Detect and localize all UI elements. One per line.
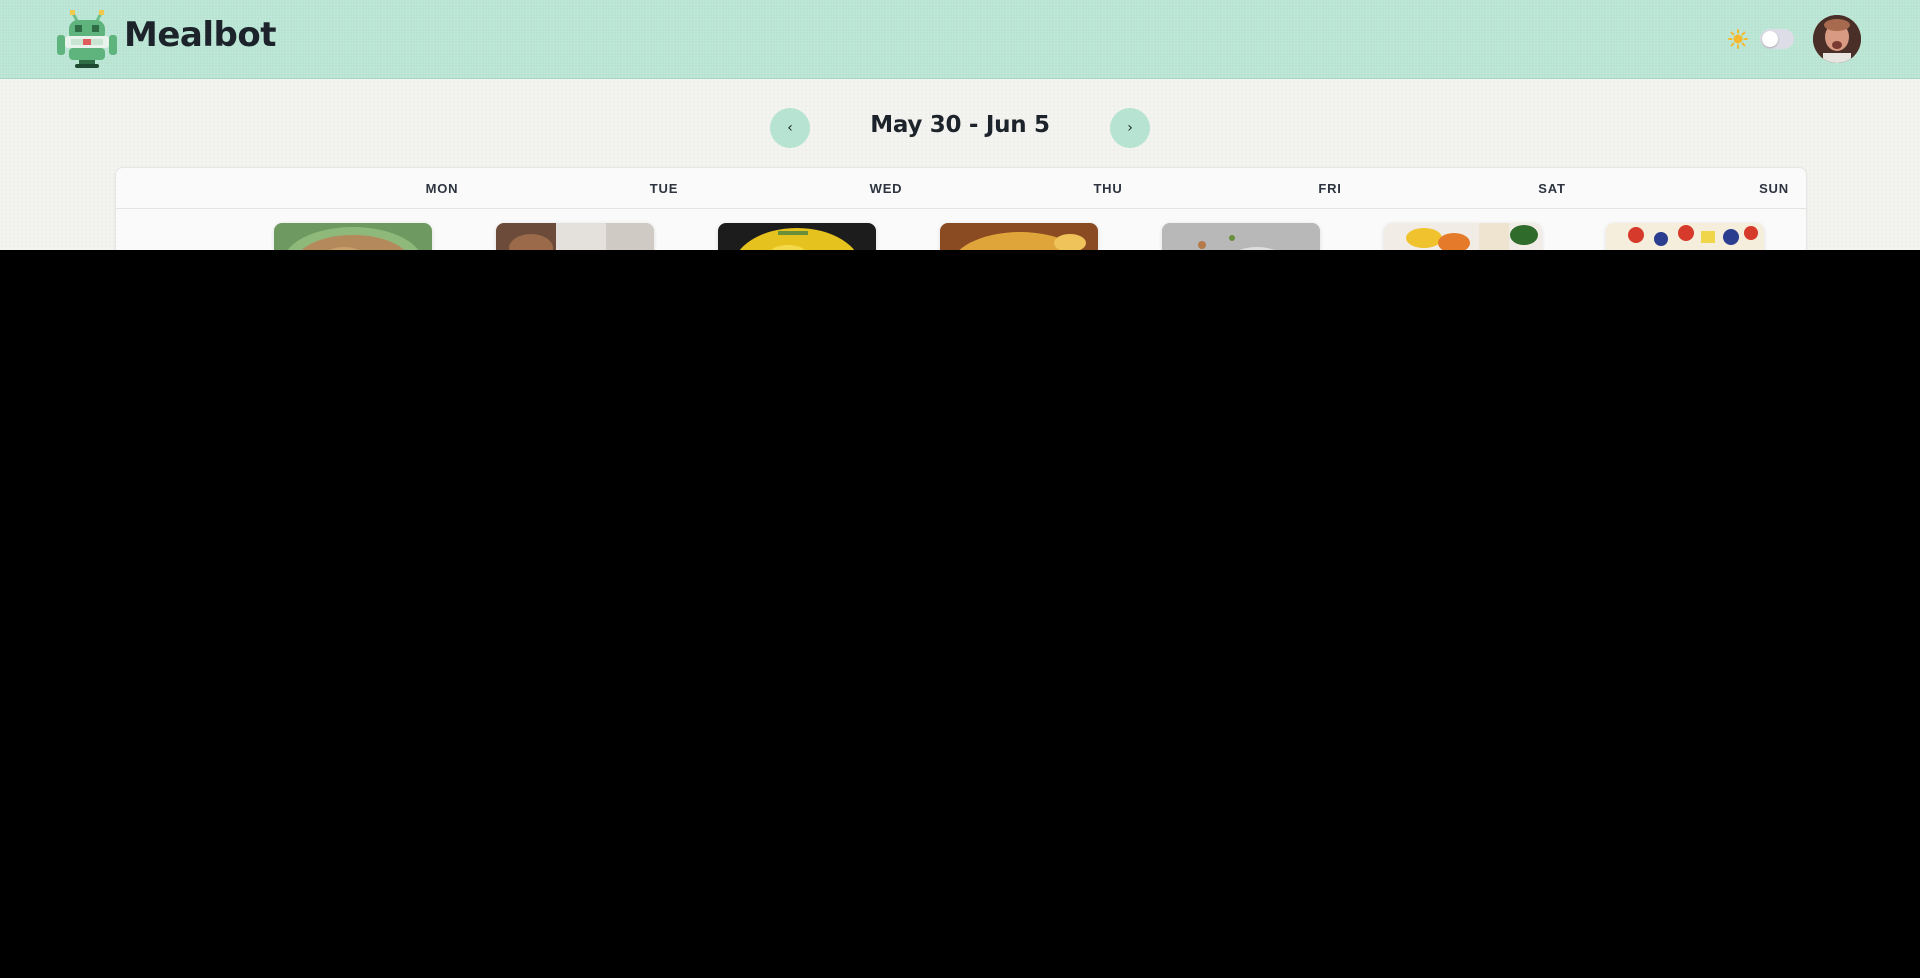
meal-photo-sun[interactable]	[1606, 223, 1764, 250]
meal-photo-sat[interactable]	[1384, 223, 1542, 250]
sun-icon	[1728, 29, 1748, 49]
toggle-knob	[1762, 31, 1778, 47]
day-label-fri: FRI	[1318, 181, 1342, 196]
black-overlay	[0, 250, 1920, 978]
chevron-left-icon: ‹	[787, 120, 793, 136]
robot-logo-icon[interactable]	[55, 9, 119, 69]
day-label-thu: THU	[1093, 181, 1123, 196]
meal-calendar: MON TUE WED THU FRI SAT SUN	[115, 167, 1807, 250]
meal-photo-tue[interactable]	[496, 223, 654, 250]
day-label-wed: WED	[869, 181, 903, 196]
app-viewport: Mealbot ‹ May 30 - Jun 5 › MON TUE WED T…	[0, 0, 1920, 250]
next-week-button[interactable]: ›	[1110, 108, 1150, 148]
top-header: Mealbot	[0, 0, 1920, 79]
brand-name[interactable]: Mealbot	[124, 15, 276, 55]
chevron-right-icon: ›	[1127, 120, 1133, 136]
day-label-sun: SUN	[1759, 181, 1789, 196]
meal-photo-mon[interactable]	[274, 223, 432, 250]
week-range-title: May 30 - Jun 5	[870, 112, 1050, 138]
previous-week-button[interactable]: ‹	[770, 108, 810, 148]
day-label-mon: MON	[425, 181, 459, 196]
day-label-tue: TUE	[649, 181, 679, 196]
theme-toggle[interactable]	[1760, 29, 1794, 49]
meal-photo-fri[interactable]	[1162, 223, 1320, 250]
user-avatar[interactable]	[1813, 15, 1861, 63]
meal-photo-thu[interactable]	[940, 223, 1098, 250]
day-label-sat: SAT	[1538, 181, 1566, 196]
day-header-row: MON TUE WED THU FRI SAT SUN	[116, 168, 1806, 209]
meal-photo-wed[interactable]	[718, 223, 876, 250]
